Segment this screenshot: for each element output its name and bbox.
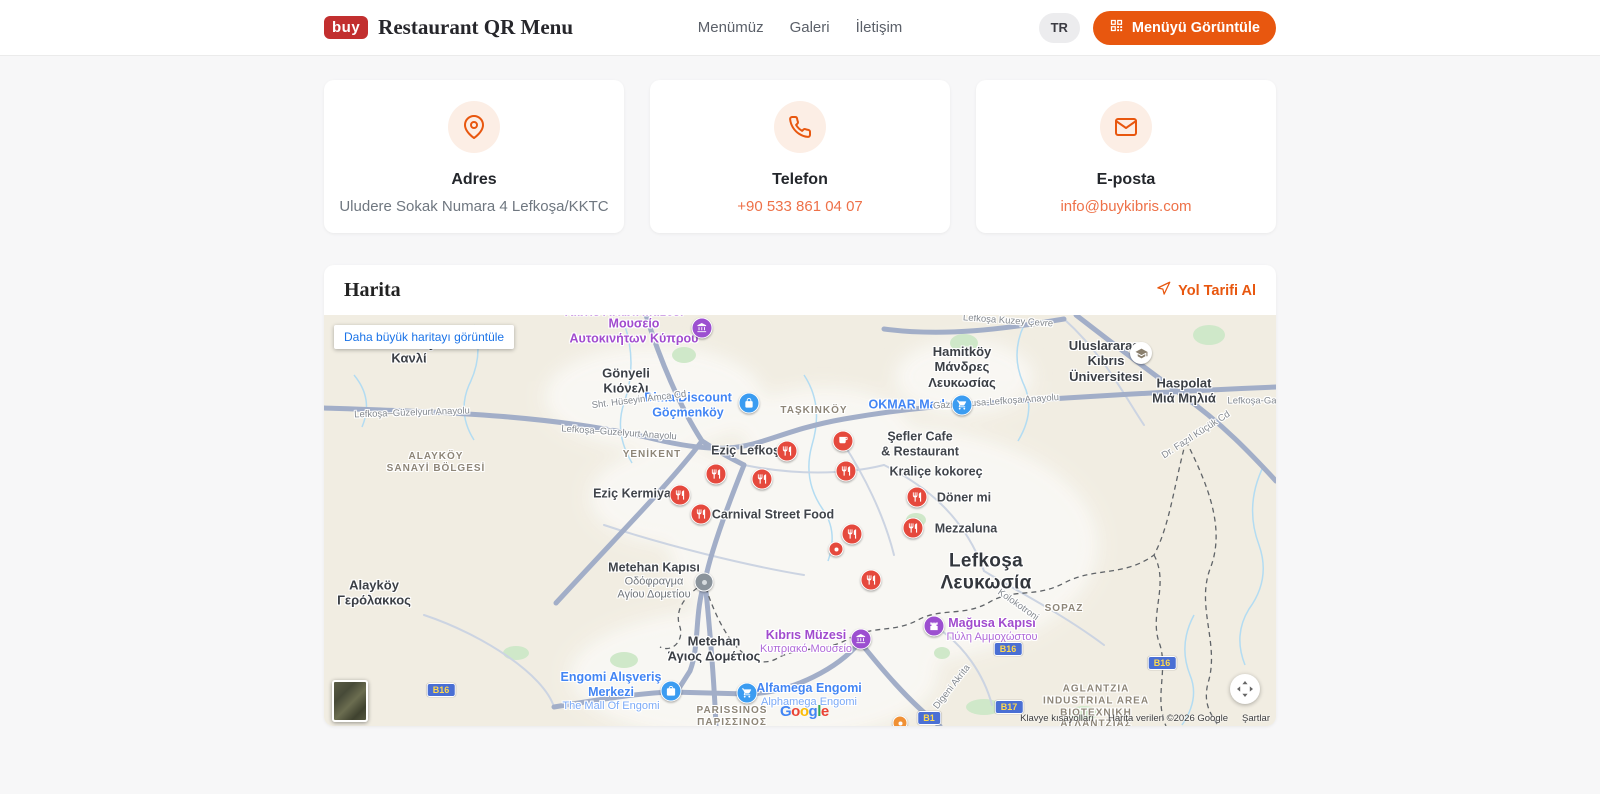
navigation-arrow-icon	[1156, 281, 1171, 300]
address-card: Adres Uludere Sokak Numara 4 Lefkoşa/KKT…	[324, 80, 624, 233]
label-alaykoy: AlayköyΓερόλακκος	[337, 578, 411, 609]
view-menu-button[interactable]: Menüyü Görüntüle	[1093, 11, 1276, 45]
address-value: Uludere Sokak Numara 4 Lefkoşa/KKTC	[324, 198, 624, 215]
road-digeni-akrita: Digeni Akrita	[931, 663, 973, 712]
label-ezic-lefkosa: Eziç Lefkoşa	[711, 444, 787, 459]
email-card: E-posta info@buykibris.com	[976, 80, 1276, 233]
museum-marker[interactable]	[851, 629, 872, 650]
brand[interactable]: buy Restaurant QR Menu	[324, 15, 573, 40]
dot-marker[interactable]	[829, 542, 844, 557]
nav-menumuz[interactable]: Menümüz	[698, 19, 764, 36]
road-kuzey-cevre: Lefkoşa Kuzey Çevre	[963, 315, 1054, 330]
header-right: TR Menüyü Görüntüle	[1039, 11, 1276, 45]
restaurant-marker[interactable]	[706, 464, 727, 485]
keyboard-shortcuts-link[interactable]: Klavye kısayolları	[1020, 713, 1094, 724]
restaurant-marker[interactable]	[861, 570, 882, 591]
road-fazil-kucuk: Dr. Fazıl Küçük Cd	[1160, 409, 1233, 462]
map-attribution: Klavye kısayolları Harita verileri ©2026…	[1020, 713, 1270, 724]
road-badge: B16	[1148, 656, 1177, 670]
main-nav: Menümüz Galeri İletişim	[698, 19, 903, 36]
cart-marker[interactable]	[952, 395, 973, 416]
restaurant-marker[interactable]	[670, 485, 691, 506]
nav-iletisim[interactable]: İletişim	[856, 19, 903, 36]
email-title: E-posta	[976, 171, 1276, 189]
map-section: Harita Yol Tarifi Al	[324, 265, 1276, 726]
directions-link[interactable]: Yol Tarifi Al	[1156, 281, 1256, 300]
gate-marker[interactable]	[924, 616, 945, 637]
header: buy Restaurant QR Menu Menümüz Galeri İl…	[0, 0, 1600, 56]
map-header: Harita Yol Tarifi Al	[324, 265, 1276, 315]
label-kibris-muzesi: Kıbrıs MüzesiΚυπριακό Μουσείο	[760, 628, 852, 656]
satellite-layer-toggle[interactable]	[332, 680, 368, 722]
label-ezic-kermiya: Eziç Kermiya	[593, 487, 671, 502]
label-gonyeli: GönyeliΚιόνελι	[602, 366, 650, 397]
restaurant-marker[interactable]	[907, 487, 928, 508]
buy-logo: buy	[324, 16, 368, 39]
phone-icon	[774, 101, 826, 153]
restaurant-marker[interactable]	[842, 524, 863, 545]
label-doner-mi: Döner mi	[937, 491, 991, 506]
restaurant-marker[interactable]	[903, 518, 924, 539]
label-lefkosa: LefkoşaΛευκωσία	[940, 551, 1031, 596]
phone-card: Telefon +90 533 861 04 07	[650, 80, 950, 233]
google-logo[interactable]: Google	[780, 703, 829, 720]
cafe-marker[interactable]	[833, 431, 854, 452]
label-kralice-kokorec: Kraliçe kokoreç	[889, 465, 982, 480]
pan-control[interactable]	[1230, 674, 1260, 704]
phone-title: Telefon	[650, 171, 950, 189]
restaurant-marker[interactable]	[752, 469, 773, 490]
label-sopaz: SOPAZ	[1045, 603, 1084, 615]
lock-marker[interactable]	[739, 393, 760, 414]
restaurant-marker[interactable]	[777, 441, 798, 462]
road-badge: B1	[917, 711, 941, 725]
road-guzelyurt-1: Lefkoşa–Güzelyurt Anayolu	[354, 405, 470, 420]
bag-marker[interactable]	[661, 681, 682, 702]
view-menu-label: Menüyü Görüntüle	[1132, 20, 1260, 36]
address-title: Adres	[324, 171, 624, 189]
cart-marker[interactable]	[737, 683, 758, 704]
road-lefkosa-gazima: Lefkoşa-Gazima	[1227, 395, 1276, 406]
label-metehan: MetehanΆγιος Δομέτιος	[668, 634, 761, 665]
directions-label: Yol Tarifi Al	[1178, 283, 1256, 299]
contact-cards: Adres Uludere Sokak Numara 4 Lefkoşa/KKT…	[324, 80, 1276, 233]
restaurant-marker[interactable]	[836, 461, 857, 482]
label-alaykoy-sanayi: ALAYKÖYSANAYİ BÖLGESİ	[387, 451, 486, 475]
label-metehan-kapisi: Metehan KapısıΟδόφραγμαΑγίου Δομετίου	[608, 561, 700, 602]
email-value[interactable]: info@buykibris.com	[976, 198, 1276, 215]
location-pin-icon	[448, 101, 500, 153]
university-marker[interactable]	[1130, 342, 1152, 364]
qr-icon	[1109, 18, 1124, 37]
label-sefler-cafe: Şefler Cafe& Restaurant	[881, 429, 959, 459]
label-taskinkoy: TAŞKINKÖY	[780, 405, 847, 417]
label-hamitkoy: HamitköyΜάνδρεςΛευκωσίας	[928, 344, 995, 390]
terms-link[interactable]: Şartlar	[1242, 713, 1270, 724]
label-magusa-kapisi: Mağusa KapısıΠύλη Αμμοχώστου	[946, 616, 1037, 644]
phone-value[interactable]: +90 533 861 04 07	[650, 198, 950, 215]
road-guzelyurt-2: Lefkoşa–Güzelyurt Anayolu	[561, 423, 677, 442]
road-badge: B17	[995, 700, 1024, 714]
mail-icon	[1100, 101, 1152, 153]
map-data-text: Harita verileri ©2026 Google	[1108, 713, 1228, 724]
road-badge: B16	[994, 642, 1023, 656]
site-title: Restaurant QR Menu	[378, 15, 573, 40]
label-haspolat: HaspolatΜιά Μηλιά	[1152, 376, 1216, 407]
label-mezzaluna: Mezzaluna	[935, 522, 998, 537]
label-car-museum: ΜουσείοΑυτοκινήτων Κύπρου	[570, 316, 699, 346]
label-carnival-street-food: Carnival Street Food	[712, 508, 834, 523]
museum-marker[interactable]	[692, 318, 713, 339]
move-arrows-icon	[1237, 681, 1253, 697]
larger-map-link[interactable]: Daha büyük haritayı görüntüle	[334, 325, 514, 349]
label-yenikent: YENİKENT	[623, 449, 682, 461]
restaurant-marker[interactable]	[691, 504, 712, 525]
map-overlay: Kıbrıs Araba MüzesiΜουσείοΑυτοκινήτων Κύ…	[324, 315, 1276, 726]
map-title: Harita	[344, 279, 401, 302]
google-map[interactable]: Kıbrıs Araba MüzesiΜουσείοΑυτοκινήτων Κύ…	[324, 315, 1276, 726]
dot-orange-marker[interactable]	[893, 716, 908, 727]
nav-galeri[interactable]: Galeri	[790, 19, 830, 36]
label-engomi-mall: Engomi AlışverişMerkeziThe Mall Of Engom…	[561, 670, 662, 712]
gray-marker[interactable]	[695, 573, 714, 592]
road-badge: B16	[427, 683, 456, 697]
language-button[interactable]: TR	[1039, 13, 1080, 43]
